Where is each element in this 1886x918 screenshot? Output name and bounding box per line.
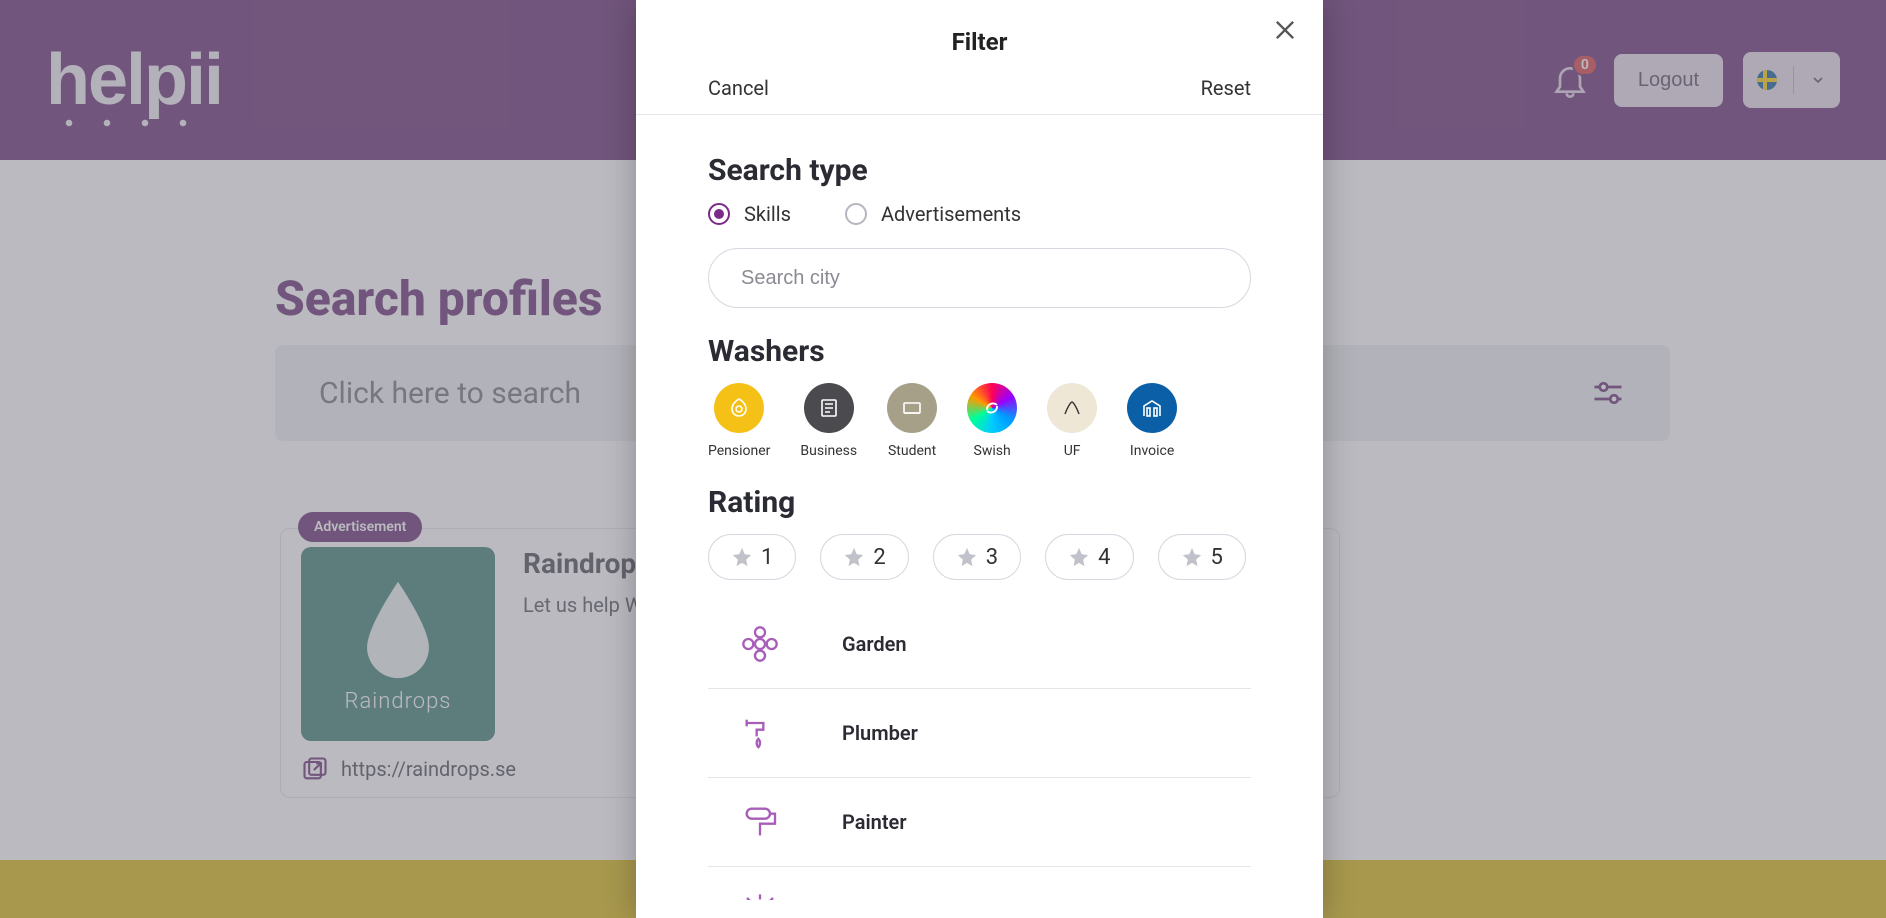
rating-value: 2 (873, 545, 885, 570)
category-list[interactable]: Garden Plumber (708, 600, 1251, 900)
washer-swish[interactable]: Swish (967, 383, 1017, 459)
washers-row: Pensioner Business Student (708, 383, 1251, 459)
washer-label: Swish (974, 443, 1011, 459)
washer-uf[interactable]: UF (1047, 383, 1097, 459)
washer-business[interactable]: Business (800, 383, 857, 459)
category-label: Painter (842, 810, 907, 834)
search-type-group: Skills Advertisements (708, 202, 1251, 226)
student-icon (887, 383, 937, 433)
page-root: helpii 0 Logout Search profiles Clic (0, 0, 1886, 918)
cancel-button[interactable]: Cancel (708, 76, 769, 100)
filter-modal: Filter Cancel Reset Search type Skills A… (636, 0, 1323, 918)
rating-5[interactable]: 5 (1158, 534, 1246, 580)
search-city-input[interactable] (708, 248, 1251, 308)
modal-title: Filter (636, 28, 1323, 56)
washer-label: UF (1064, 443, 1081, 459)
washers-heading: Washers (708, 334, 1251, 369)
modal-actions: Cancel Reset (636, 56, 1323, 115)
rating-4[interactable]: 4 (1045, 534, 1133, 580)
star-icon (1068, 546, 1090, 568)
gear-icon (740, 891, 780, 900)
star-icon (843, 546, 865, 568)
faucet-icon (740, 713, 780, 753)
rating-value: 5 (1211, 545, 1223, 570)
category-plumber[interactable]: Plumber (708, 689, 1251, 778)
washer-student[interactable]: Student (887, 383, 937, 459)
rating-value: 1 (761, 545, 773, 570)
rating-3[interactable]: 3 (933, 534, 1021, 580)
rating-heading: Rating (708, 485, 1251, 520)
category-painter[interactable]: Painter (708, 778, 1251, 867)
washer-label: Invoice (1130, 443, 1174, 459)
pensioner-icon (714, 383, 764, 433)
category-label: Garden (842, 632, 907, 656)
modal-body: Search type Skills Advertisements Washer… (636, 115, 1323, 918)
modal-header: Filter (636, 0, 1323, 56)
paint-roller-icon (740, 802, 780, 842)
washer-pensioner[interactable]: Pensioner (708, 383, 770, 459)
category-label: Mounting (842, 899, 928, 900)
business-icon (804, 383, 854, 433)
rating-1[interactable]: 1 (708, 534, 796, 580)
radio-label: Skills (744, 202, 791, 226)
washer-label: Pensioner (708, 443, 770, 459)
reset-button[interactable]: Reset (1201, 76, 1251, 100)
washer-label: Business (800, 443, 857, 459)
star-icon (731, 546, 753, 568)
invoice-icon (1127, 383, 1177, 433)
rating-row: 1 2 3 4 5 (708, 534, 1251, 580)
radio-label: Advertisements (881, 202, 1021, 226)
uf-icon (1047, 383, 1097, 433)
rating-value: 3 (986, 545, 998, 570)
category-mounting[interactable]: Mounting (708, 867, 1251, 900)
star-icon (956, 546, 978, 568)
star-icon (1181, 546, 1203, 568)
search-type-skills[interactable]: Skills (708, 202, 791, 226)
rating-2[interactable]: 2 (820, 534, 908, 580)
washer-label: Student (888, 443, 936, 459)
search-type-advertisements[interactable]: Advertisements (845, 202, 1021, 226)
rating-value: 4 (1098, 545, 1110, 570)
radio-icon (708, 203, 730, 225)
search-type-heading: Search type (708, 153, 1251, 188)
category-label: Plumber (842, 721, 918, 745)
flower-icon (740, 624, 780, 664)
close-icon[interactable] (1271, 16, 1299, 44)
radio-icon (845, 203, 867, 225)
category-garden[interactable]: Garden (708, 600, 1251, 689)
swish-icon (967, 383, 1017, 433)
washer-invoice[interactable]: Invoice (1127, 383, 1177, 459)
